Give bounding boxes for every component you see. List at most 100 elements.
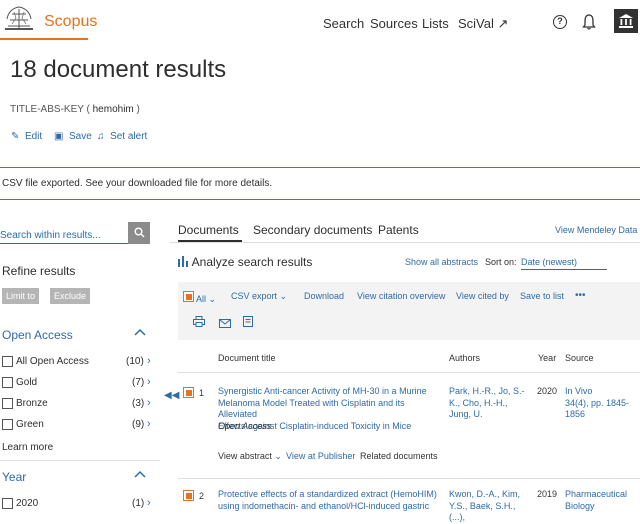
top-bar: Scopus Search Sources Lists SciVal ↗ ? <box>0 0 640 42</box>
tab-secondary-documents[interactable]: Secondary documents <box>253 223 372 237</box>
chevron-up-icon[interactable] <box>134 327 146 339</box>
select-all-dropdown[interactable]: All ⌄ <box>183 291 216 305</box>
chevron-right-icon[interactable]: › <box>147 355 151 367</box>
bar-chart-icon <box>178 256 188 267</box>
save-search-button[interactable]: ▣ Save <box>54 131 92 142</box>
checkbox[interactable] <box>2 498 13 509</box>
view-abstract-button[interactable]: View abstract ⌄ <box>218 451 282 462</box>
email-icon[interactable] <box>219 317 231 331</box>
chevron-right-icon[interactable]: › <box>147 418 151 430</box>
analyze-results-button[interactable]: Analyze search results <box>178 255 312 269</box>
set-alert-label: Set alert <box>110 131 148 142</box>
row-checkbox[interactable] <box>183 490 194 501</box>
source-link[interactable]: Pharmaceutical Biology <box>565 489 637 512</box>
select-all-checkbox[interactable] <box>183 291 194 302</box>
save-to-list-button[interactable]: Save to list <box>520 291 564 301</box>
authors-list[interactable]: Park, H.-R., Jo, S.- K., Cho, H.-H., Jun… <box>449 386 533 421</box>
institution-icon[interactable] <box>614 9 638 33</box>
row-checkbox[interactable] <box>183 387 194 398</box>
authors-list[interactable]: Kwon, D.-A., Kim, Y.S., Baek, S.H., (...… <box>449 489 533 524</box>
column-source[interactable]: Source <box>565 353 594 363</box>
sort-select[interactable]: Date (newest) <box>521 257 607 270</box>
help-icon[interactable]: ? <box>553 15 567 29</box>
search-query: TITLE-ABS-KEY ( hemohim ) <box>10 104 140 115</box>
collapse-sidebar-icon[interactable]: ◀◀ <box>164 390 179 401</box>
search-within-input[interactable]: Search within results... <box>0 222 128 244</box>
page-title: 18 document results <box>10 56 227 83</box>
checkbox[interactable] <box>2 356 13 367</box>
source-line: 1856 <box>565 409 586 419</box>
mendeley-data-link[interactable]: View Mendeley Data (2 <box>555 225 640 235</box>
export-notice: CSV file exported. See your downloaded f… <box>0 167 640 200</box>
divider <box>0 460 160 461</box>
filter-label: Bronze <box>16 398 48 409</box>
row-divider <box>178 478 640 479</box>
edit-button[interactable]: ✎ Edit <box>11 131 42 142</box>
open-access-title[interactable]: Open Access <box>2 328 73 342</box>
nav-search[interactable]: Search <box>323 16 364 31</box>
year-value: 2020 <box>537 386 558 396</box>
chevron-down-icon: ⌄ <box>274 451 282 461</box>
checkbox[interactable] <box>2 398 13 409</box>
nav-scival[interactable]: SciVal ↗ <box>458 16 508 32</box>
tabs-divider <box>170 242 640 243</box>
filter-year-2020[interactable]: 2020 (1) › <box>2 497 156 511</box>
nav-sources[interactable]: Sources <box>370 16 418 31</box>
view-at-publisher-link[interactable]: View at Publisher <box>286 451 355 461</box>
csv-export-button[interactable]: CSV export ⌄ <box>231 291 287 302</box>
column-year[interactable]: Year <box>538 353 556 363</box>
limit-to-button[interactable]: Limit to <box>2 288 40 304</box>
author-line: Park, H.-R., Jo, S.- <box>449 386 525 396</box>
related-documents-link[interactable]: Related documents <box>360 451 438 461</box>
filter-bronze[interactable]: Bronze (3) › <box>2 397 156 411</box>
nav-lists[interactable]: Lists <box>422 16 449 31</box>
print-icon[interactable] <box>193 316 205 330</box>
brand-underline <box>0 38 88 40</box>
exclude-button[interactable]: Exclude <box>50 288 91 304</box>
document-title-link[interactable]: Protective effects of a standardized ext… <box>218 489 444 512</box>
filter-count: (3) <box>132 398 145 409</box>
show-all-abstracts-link[interactable]: Show all abstracts <box>405 257 478 267</box>
checkbox[interactable] <box>2 377 13 388</box>
filter-all-open-access[interactable]: All Open Access (10) › <box>2 355 156 369</box>
source-line: Pharmaceutical <box>565 489 628 499</box>
checkbox[interactable] <box>2 419 13 430</box>
elsevier-logo[interactable] <box>2 4 36 32</box>
query-prefix: TITLE-ABS-KEY ( <box>10 104 90 115</box>
set-alert-button[interactable]: ♫ Set alert <box>97 131 147 142</box>
table-row <box>183 490 194 504</box>
tab-documents[interactable]: Documents <box>178 223 239 237</box>
filter-count: (10) <box>126 356 144 367</box>
chevron-right-icon[interactable]: › <box>147 397 151 409</box>
source-line: Biology <box>565 500 595 511</box>
filter-green[interactable]: Green (9) › <box>2 418 156 432</box>
source-link[interactable]: In Vivo 34(4), pp. 1845- 1856 <box>565 386 637 421</box>
title-line: using indomethacin- and ethanol/HCl-indu… <box>218 500 430 511</box>
title-line: Melanoma Model Treated with Cisplatin an… <box>218 397 405 420</box>
csv-export-label: CSV export <box>231 291 278 301</box>
author-line: K., Cho, H.-H., <box>449 397 508 408</box>
chevron-right-icon[interactable]: › <box>147 497 151 509</box>
column-authors[interactable]: Authors <box>449 353 480 363</box>
view-cited-by-button[interactable]: View cited by <box>456 291 509 301</box>
year-title[interactable]: Year <box>2 470 26 484</box>
download-button[interactable]: Download <box>304 291 344 301</box>
bell-icon[interactable] <box>582 14 596 30</box>
filter-count: (9) <box>132 419 145 430</box>
open-access-badge: Open Access <box>218 421 272 431</box>
search-within-button[interactable] <box>128 222 150 244</box>
view-citation-overview-button[interactable]: View citation overview <box>357 291 445 301</box>
more-options-icon[interactable]: ••• <box>575 290 586 301</box>
bibliography-icon[interactable] <box>243 316 253 330</box>
chevron-right-icon[interactable]: › <box>147 376 151 388</box>
chevron-down-icon: ⌄ <box>279 291 288 301</box>
tab-patents[interactable]: Patents <box>378 223 419 237</box>
column-document-title[interactable]: Document title <box>218 353 276 363</box>
chevron-up-icon[interactable] <box>134 469 146 481</box>
learn-more-link[interactable]: Learn more <box>2 442 53 453</box>
select-all-label: All <box>196 294 207 304</box>
refine-title: Refine results <box>2 264 76 278</box>
source-line: In Vivo <box>565 386 593 396</box>
filter-gold[interactable]: Gold (7) › <box>2 376 156 390</box>
brand-name[interactable]: Scopus <box>44 13 97 31</box>
